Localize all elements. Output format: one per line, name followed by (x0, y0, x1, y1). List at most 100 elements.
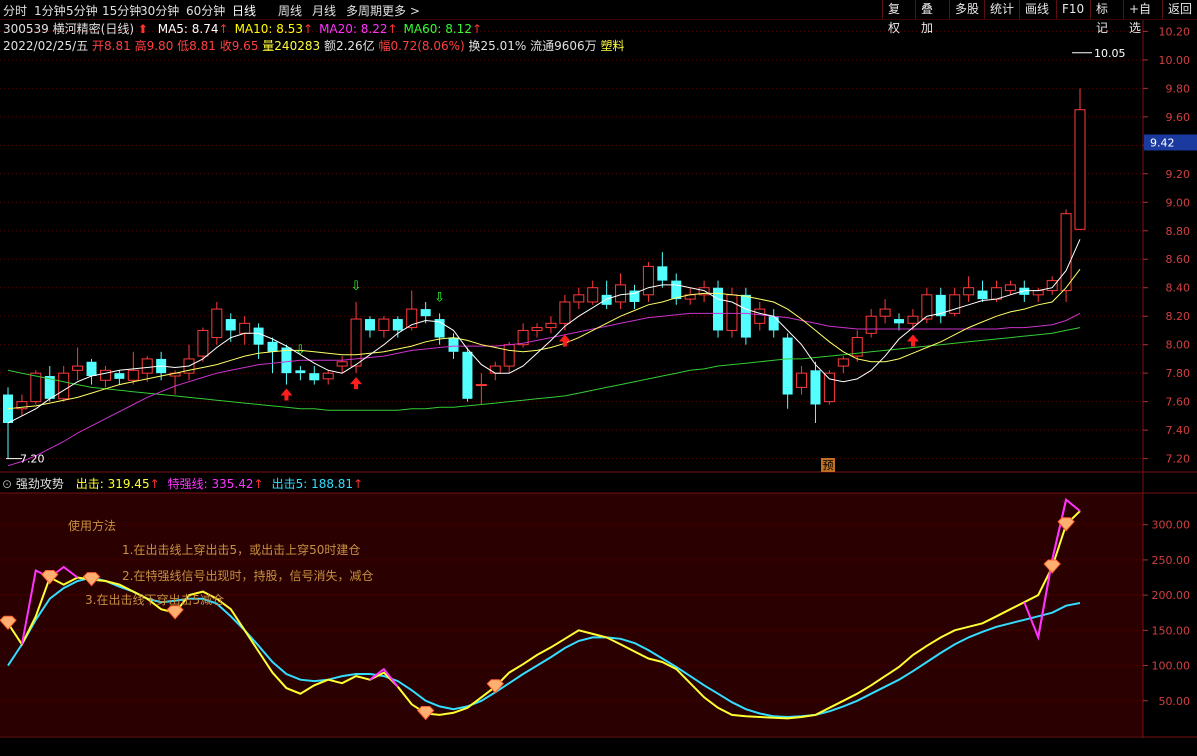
ohlc-row: 2022/02/25/五 开8.81 高9.80 低8.81 收9.65 量24… (3, 37, 625, 54)
candle-body-down (420, 309, 431, 317)
period-tab-9[interactable]: 多周期 (346, 2, 382, 19)
candle-body-up (531, 327, 543, 331)
ma-label-0: MA5: 8.74 (157, 22, 219, 36)
price-tick-label: 9.20 (1166, 168, 1191, 181)
candle-body-down (392, 319, 403, 331)
candle-body-up (211, 308, 223, 339)
buy-up-arrow-icon (280, 388, 293, 401)
bar-date: 2022/02/25/五 (3, 39, 89, 53)
price-tick-label: 8.60 (1166, 253, 1191, 266)
period-tab-2[interactable]: 5分钟 (66, 2, 98, 19)
indicator-tick-label: 50.00 (1159, 695, 1191, 708)
candle-body-down (295, 370, 306, 374)
usage-note-2: 2.在特强线信号出现时，持股，信号消失，减仓 (122, 568, 373, 583)
ma20-line (7, 312, 1081, 467)
sell-down-arrow-icon: ⇩ (295, 343, 306, 358)
indicator-tick-label: 150.00 (1152, 624, 1191, 637)
collapse-icon[interactable]: ⊙ (2, 477, 12, 491)
candle-body-down (448, 337, 459, 352)
candle-body-down (894, 319, 905, 324)
float-shares: 流通9606万 (530, 39, 597, 53)
ma60-line (7, 327, 1081, 411)
candle-body-up (378, 318, 390, 331)
volume: 量240283 (262, 39, 321, 53)
candle-body-up (963, 287, 975, 296)
candle-body-up (336, 361, 348, 367)
candle-body-up (1032, 290, 1044, 296)
price-tick-label: 10.00 (1159, 54, 1191, 67)
stock-code: 300539 (3, 22, 49, 36)
candle-body-down (114, 373, 125, 379)
date-axis (0, 738, 1197, 756)
high-price: 高9.80 (134, 39, 174, 53)
candle-body-down (86, 361, 97, 377)
period-tab-4[interactable]: 30分钟 (140, 2, 179, 19)
toolbar-button-8[interactable]: 返回 (1162, 0, 1197, 19)
toolbar-button-5[interactable]: F10 (1056, 0, 1090, 19)
candle-body-up (197, 329, 209, 357)
candle-body-up (642, 265, 654, 296)
candle-body-up (99, 369, 111, 381)
indicator-tick-label: 250.00 (1152, 554, 1191, 567)
price-tick-label: 8.80 (1166, 225, 1191, 238)
candle-body-down (253, 327, 264, 345)
close-price: 收9.65 (219, 39, 259, 53)
candle-body-up (1046, 280, 1058, 292)
price-tick-label: 8.00 (1166, 339, 1191, 352)
high-mark-label: 10.05 (1094, 47, 1126, 60)
price-tick-label: 9.60 (1166, 111, 1191, 124)
amount: 额2.26亿 (323, 39, 375, 53)
candle-body-up (559, 301, 571, 324)
candle-body-up (907, 315, 919, 324)
indicator-title[interactable]: 强劲攻势 (16, 477, 64, 491)
period-tab-6[interactable]: 日线 (232, 2, 256, 19)
candle-body-up (615, 284, 627, 303)
indicator-label-1: 特强线: 335.42 (167, 477, 254, 491)
usage-note-1: 1.在出击线上穿出击5，或出击上穿50时建仓 (122, 542, 360, 557)
ma-label-3: MA60: 8.12 (403, 22, 472, 36)
candle-body-up (545, 322, 557, 329)
candle-body-up (489, 365, 501, 374)
period-tab-1[interactable]: 1分钟 (34, 2, 66, 19)
toolbar-button-6[interactable]: 标记 (1090, 0, 1123, 35)
stock-name: 横河精密(日线) (52, 22, 135, 36)
price-tick-label: 7.40 (1166, 424, 1191, 437)
candle-body-down (740, 294, 751, 338)
candle-body-down (657, 266, 668, 281)
sell-down-arrow-icon: ⇩ (434, 290, 445, 305)
candle-body-up (475, 384, 487, 387)
low-price: 低8.81 (177, 39, 216, 53)
candle-body-up (823, 372, 835, 403)
period-tab-5[interactable]: 60分钟 (186, 2, 225, 19)
price-tick-label: 8.40 (1166, 282, 1191, 295)
period-tab-10[interactable]: 更多 > (382, 2, 420, 19)
candle-body-up (30, 372, 42, 403)
up-arrow-icon: ⬆ (137, 22, 148, 36)
period-tab-3[interactable]: 15分钟 (102, 2, 141, 19)
toolbar-button-1[interactable]: 叠加 (915, 0, 949, 35)
period-tab-8[interactable]: 月线 (312, 2, 336, 19)
toolbar-button-3[interactable]: 统计 (984, 0, 1019, 19)
toolbar-button-4[interactable]: 画线 (1019, 0, 1056, 19)
ma-up-arrow-icon: ↑ (218, 22, 229, 36)
price-tick-label: 9.80 (1166, 82, 1191, 95)
candle-body-down (267, 341, 278, 352)
price-tick-label: 10.20 (1159, 25, 1191, 38)
stock-header: 300539 横河精密(日线) ⬆ MA5: 8.74↑ MA10: 8.53↑ M… (3, 20, 482, 37)
candle-body-up (1060, 213, 1072, 292)
toolbar-button-0[interactable]: 复权 (882, 0, 915, 35)
toolbar-button-2[interactable]: 多股 (949, 0, 984, 19)
candle-body-up (990, 287, 1002, 300)
period-tab-7[interactable]: 周线 (278, 2, 302, 19)
period-tab-0[interactable]: 分时 (3, 2, 27, 19)
ma-legend: MA5: 8.74↑ MA10: 8.53↑ MA20: 8.22↑ MA60: 8.… (152, 22, 482, 36)
candle-body-down (462, 351, 473, 399)
indicator-up-arrow-icon: ↑ (149, 477, 160, 491)
candle-body-down (225, 319, 236, 331)
ma-label-1: MA10: 8.53 (234, 22, 303, 36)
ma-up-arrow-icon: ↑ (387, 22, 398, 36)
price-tick-label: 8.20 (1166, 310, 1191, 323)
sector[interactable]: 塑料 (601, 39, 625, 53)
toolbar-button-7[interactable]: +自选 (1123, 0, 1162, 35)
candle-body-up (796, 372, 808, 388)
